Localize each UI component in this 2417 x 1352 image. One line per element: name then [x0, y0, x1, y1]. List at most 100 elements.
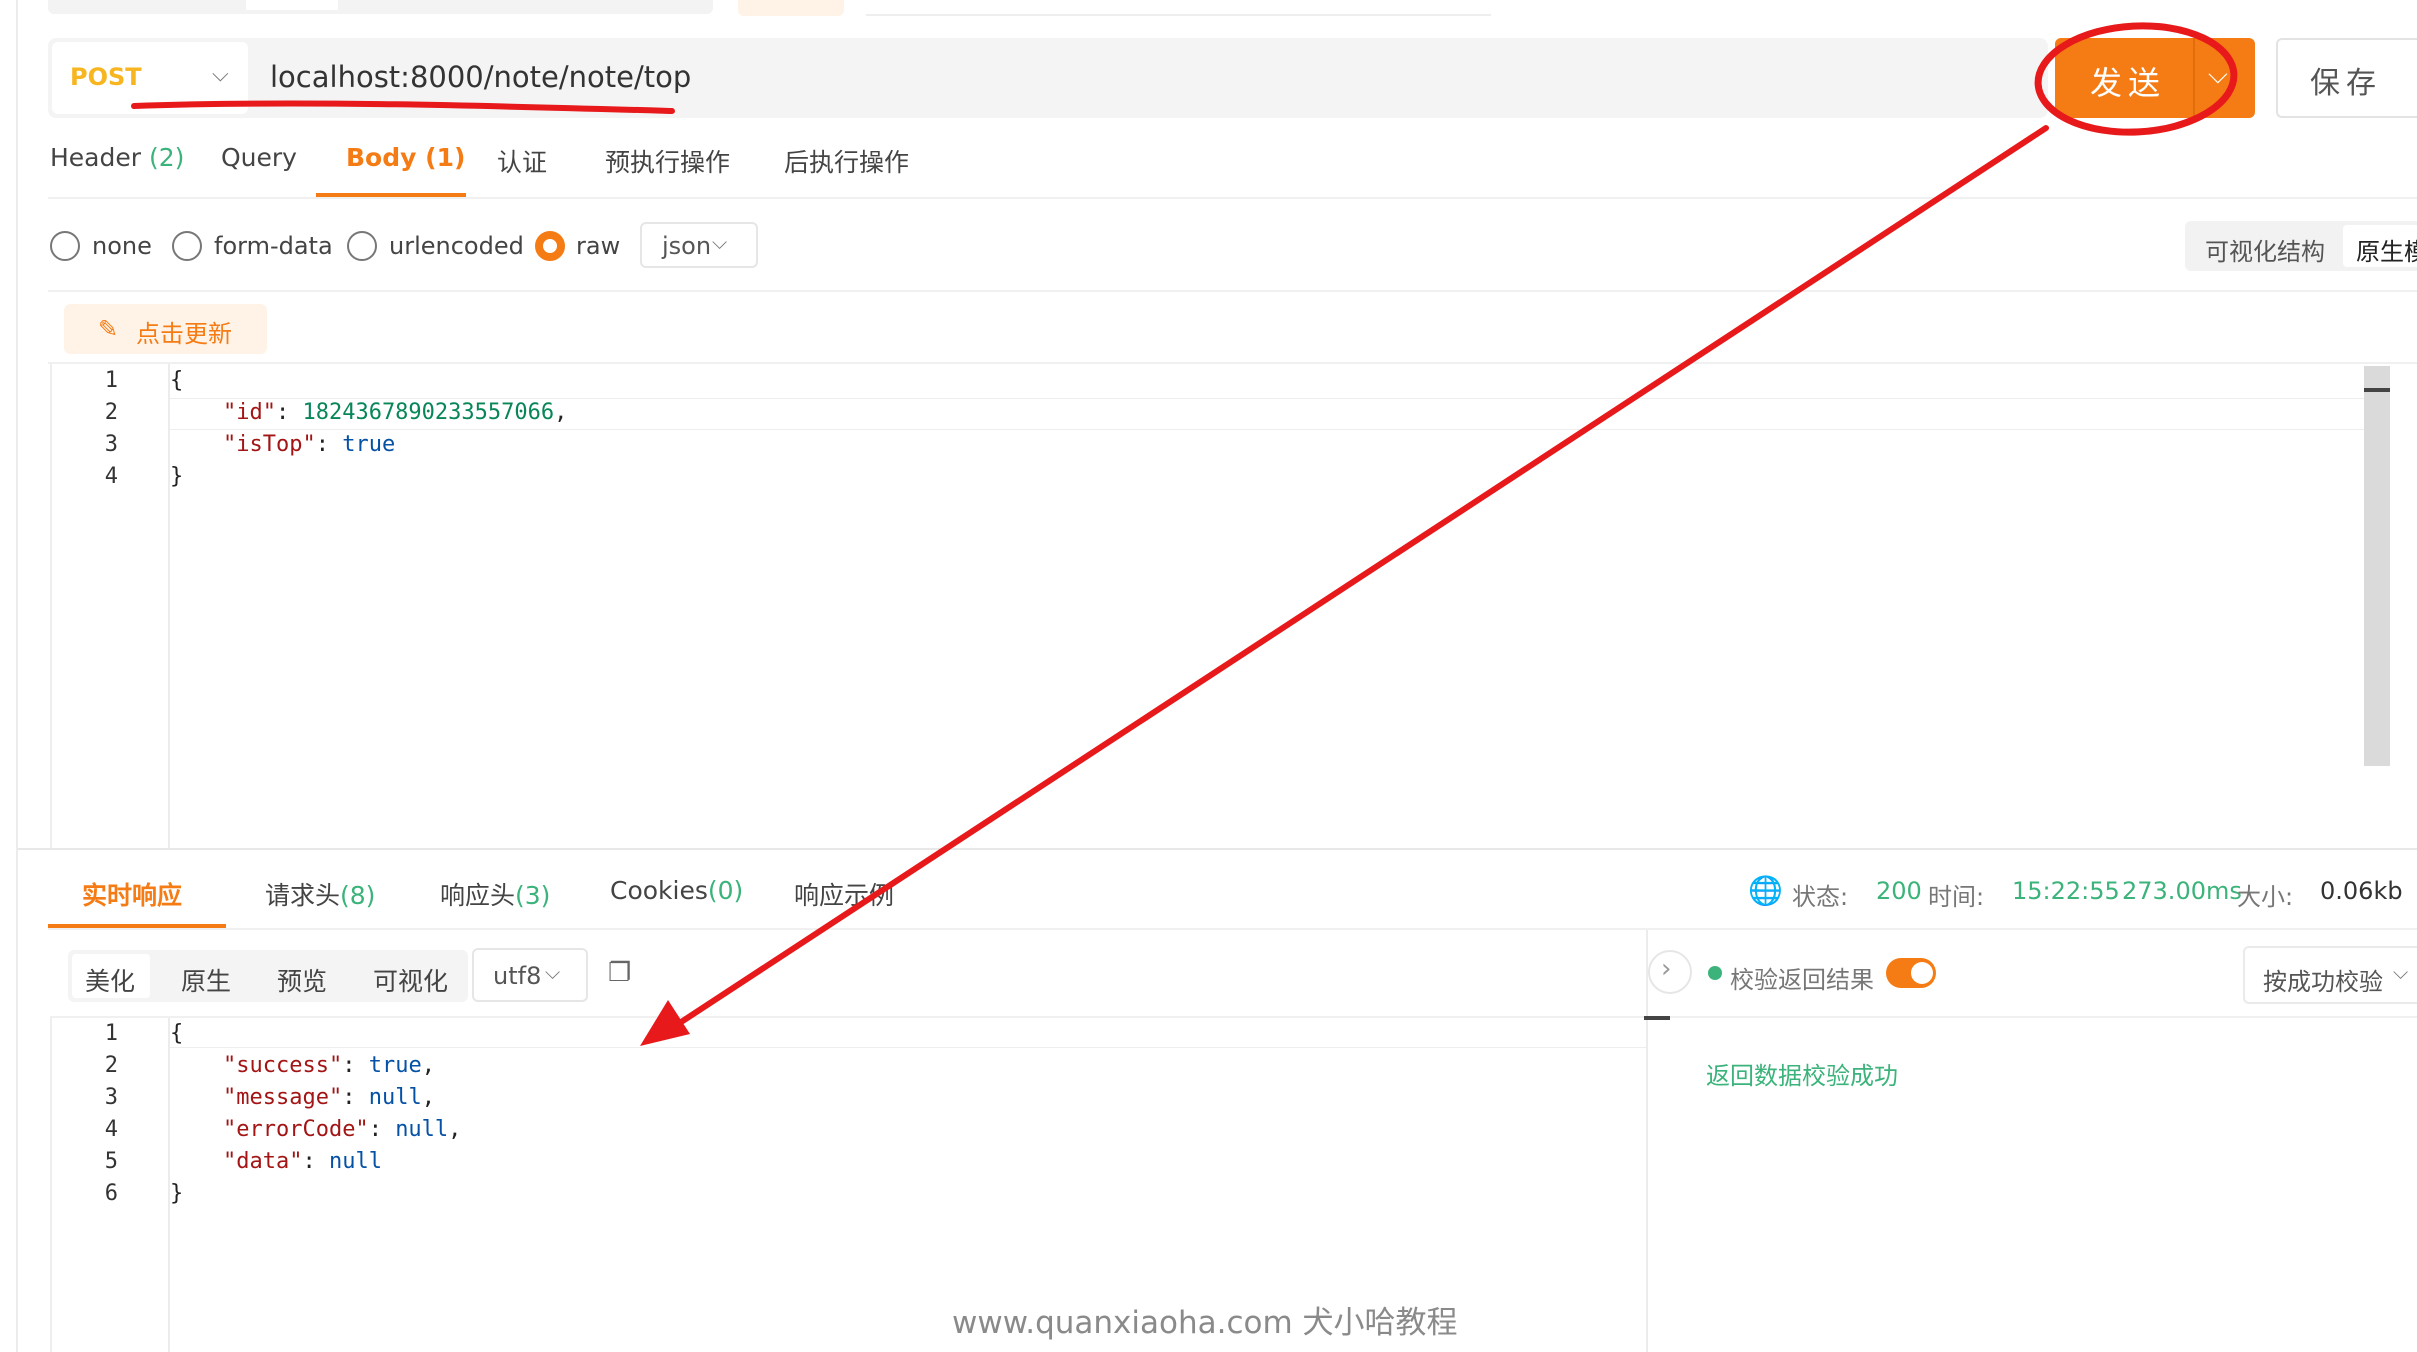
code-token: "message"	[222, 1085, 343, 1110]
tab-cookies[interactable]: Cookies(0)	[610, 876, 743, 905]
time-value: 15:22:55	[2012, 877, 2120, 905]
time-label: 时间:	[1928, 883, 1985, 911]
code-token: }	[170, 464, 184, 489]
chevron-right-icon: ›	[1661, 954, 1672, 984]
tab-post-script[interactable]: 后执行操作	[784, 143, 909, 179]
tab-response-headers[interactable]: 响应头(3)	[440, 876, 550, 912]
tab-pre-script[interactable]: 预执行操作	[605, 143, 730, 179]
code-token: "id"	[222, 400, 276, 425]
validation-toggle-knob	[1911, 962, 1933, 984]
globe-icon: 🌐	[1748, 874, 1783, 907]
editor-scrollbar-thumb[interactable]	[1644, 1016, 1670, 1020]
code-token: null	[395, 1117, 449, 1142]
line-number: 1	[104, 1021, 118, 1046]
code-token: {	[170, 1021, 184, 1046]
line-number: 6	[104, 1181, 118, 1206]
tab-query[interactable]: Query	[221, 143, 297, 172]
radio-raw-label: raw	[576, 232, 621, 260]
line-number: 3	[104, 432, 118, 457]
size-value: 0.06kb	[2320, 877, 2403, 905]
view-mode-visual[interactable]: 可视化结构	[2205, 232, 2325, 267]
code-line: {	[170, 1021, 183, 1046]
url-input[interactable]: localhost:8000/note/note/top	[270, 60, 691, 94]
editor-scrollbar-thumb[interactable]	[2364, 388, 2390, 392]
radio-none[interactable]	[50, 231, 80, 261]
top-method-chip[interactable]	[738, 0, 844, 16]
tab-body[interactable]: Body (1)	[346, 143, 465, 172]
method-label: POST	[70, 63, 142, 91]
format-preview[interactable]: 预览	[277, 962, 327, 998]
code-line: "message": null,	[170, 1085, 435, 1110]
tab-auth[interactable]: 认证	[497, 143, 547, 179]
tab-response-examples[interactable]: 响应示例	[794, 876, 894, 912]
status-value: 200	[1876, 877, 1922, 905]
code-token: :	[315, 432, 343, 457]
radio-form-data[interactable]	[172, 231, 202, 261]
chevron-down-icon: ⌵	[212, 62, 229, 87]
tab-header[interactable]: Header (2)	[50, 143, 184, 172]
code-token: :	[342, 1053, 369, 1078]
divider	[48, 290, 2417, 292]
code-line: }	[170, 464, 183, 489]
format-raw[interactable]: 原生	[181, 962, 231, 998]
code-token: "success"	[222, 1053, 343, 1078]
view-mode-raw[interactable]: 原生模	[2356, 232, 2417, 267]
code-token: ,	[448, 1117, 462, 1142]
radio-urlencoded[interactable]	[347, 231, 377, 261]
code-token: true	[342, 432, 396, 457]
send-button-divider	[2193, 38, 2195, 118]
code-token: ,	[421, 1053, 435, 1078]
code-token: "errorCode"	[222, 1117, 369, 1142]
refresh-button-label: 点击更新	[136, 320, 232, 348]
edit-refresh-icon: ✎	[98, 315, 119, 343]
format-pretty[interactable]: 美化	[85, 962, 135, 998]
top-name-input[interactable]	[866, 0, 1491, 16]
code-token: null	[328, 1149, 382, 1174]
code-token: "data"	[222, 1149, 303, 1174]
status-label: 状态:	[1792, 883, 1849, 911]
code-token: "isTop"	[222, 432, 316, 457]
request-body-editor[interactable]	[50, 364, 2417, 848]
top-tab-strip	[48, 0, 713, 14]
editor-scrollbar[interactable]	[2364, 366, 2390, 766]
code-line: }	[170, 1181, 183, 1206]
validation-status-dot	[1708, 966, 1722, 980]
radio-form-data-label: form-data	[214, 232, 333, 260]
chevron-down-icon: ⌵	[712, 230, 728, 254]
code-token: :	[368, 1117, 396, 1142]
send-options-chevron-icon[interactable]: ⌵	[2208, 60, 2228, 91]
line-number: 3	[104, 1085, 118, 1110]
tabs-divider	[48, 928, 2417, 930]
app-left-border	[16, 0, 18, 1352]
copy-icon[interactable]: ❐	[608, 958, 631, 988]
tab-request-headers[interactable]: 请求头(8)	[265, 876, 375, 912]
code-line: "id": 1824367890233557066,	[170, 400, 567, 425]
size-label: 大小:	[2237, 883, 2294, 911]
format-visual[interactable]: 可视化	[373, 962, 448, 998]
line-number: 5	[104, 1149, 118, 1174]
line-number: 4	[104, 464, 118, 489]
radio-urlencoded-label: urlencoded	[389, 232, 524, 260]
chevron-down-icon: ⌵	[2393, 960, 2409, 984]
code-token: true	[368, 1053, 422, 1078]
tab-live-response[interactable]: 实时响应	[82, 876, 182, 912]
editor-active-line	[170, 1018, 1646, 1048]
top-active-tab[interactable]	[246, 0, 338, 10]
code-token: ,	[554, 400, 568, 425]
radio-raw[interactable]	[535, 231, 565, 261]
send-button-label: 发送	[2090, 64, 2167, 102]
code-token: {	[170, 368, 184, 393]
chevron-down-icon: ⌵	[545, 960, 561, 984]
line-number: 4	[104, 1117, 118, 1142]
code-line: "data": null	[170, 1149, 382, 1174]
body-format-label: json	[662, 232, 712, 260]
divider	[1670, 1016, 2417, 1018]
response-separator	[18, 848, 2417, 850]
code-line: "isTop": true	[170, 432, 395, 457]
